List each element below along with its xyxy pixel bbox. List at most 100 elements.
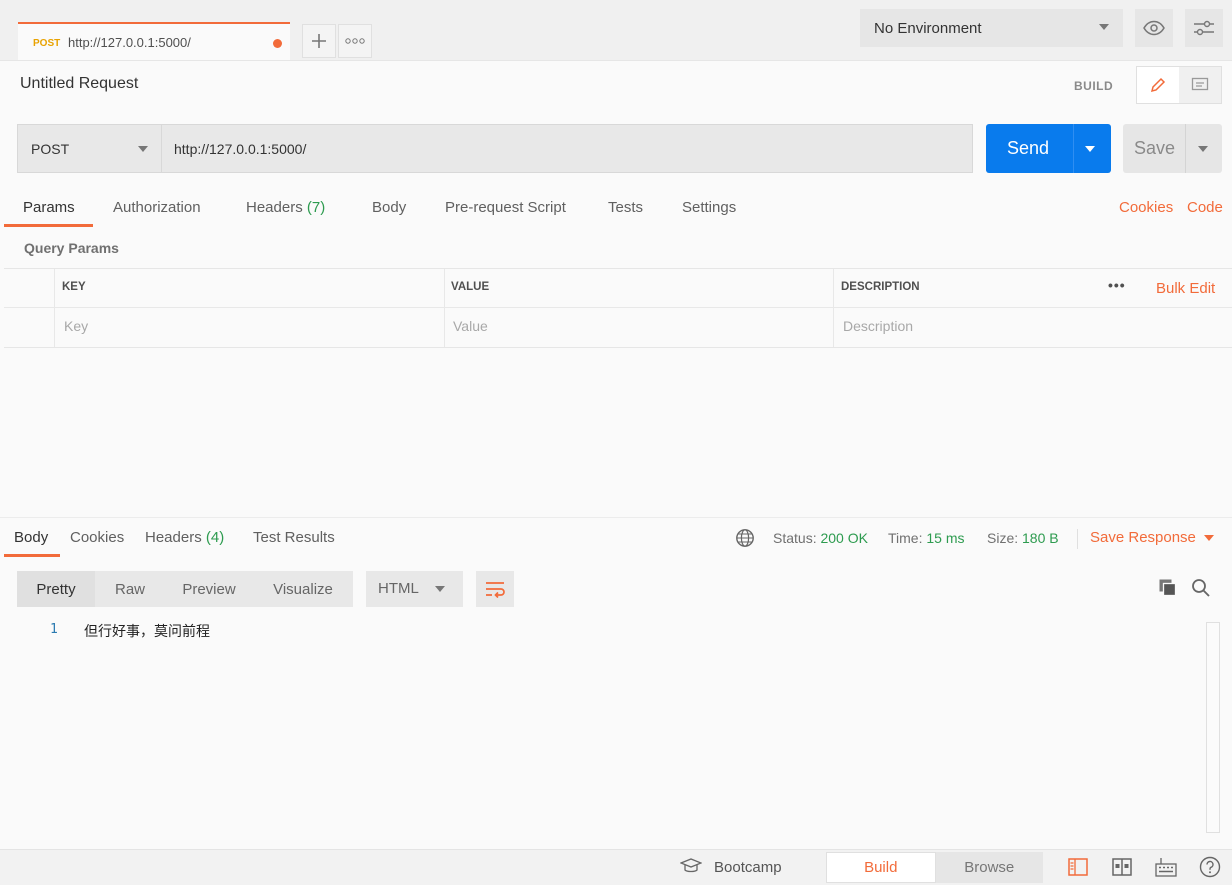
save-divider — [1185, 124, 1186, 173]
search-button[interactable] — [1191, 578, 1211, 603]
search-icon — [1192, 579, 1210, 597]
chevron-down-icon — [138, 146, 148, 152]
format-pretty-button[interactable]: Pretty — [17, 571, 95, 607]
request-tab[interactable]: POST http://127.0.0.1:5000/ — [18, 22, 290, 60]
comments-button[interactable] — [1179, 67, 1221, 103]
chevron-down-icon — [435, 586, 445, 592]
tab-authorization[interactable]: Authorization — [113, 199, 201, 216]
response-tab-test-results[interactable]: Test Results — [253, 529, 335, 546]
help-icon — [1199, 856, 1221, 878]
save-button-label: Save — [1134, 138, 1176, 158]
eye-icon — [1143, 20, 1165, 36]
language-select[interactable]: HTML — [366, 571, 463, 607]
tab-options-button[interactable] — [338, 24, 372, 58]
plus-icon — [312, 34, 326, 48]
response-format-group: Pretty Raw Preview Visualize — [17, 571, 353, 607]
size-display[interactable]: Size: 180 B — [987, 530, 1059, 546]
status-label: Status: — [773, 530, 817, 546]
bootcamp-button[interactable]: Bootcamp — [714, 859, 782, 876]
wrap-lines-button[interactable] — [476, 571, 514, 607]
format-raw-button[interactable]: Raw — [95, 571, 165, 607]
manage-environments-button[interactable] — [1185, 9, 1223, 47]
save-button[interactable]: Save — [1123, 124, 1222, 173]
cookies-link[interactable]: Cookies — [1119, 199, 1173, 216]
line-number: 1 — [50, 622, 58, 637]
description-input[interactable]: Description — [843, 318, 913, 334]
response-tab-headers-label: Headers — [145, 529, 202, 546]
response-tab-cookies[interactable]: Cookies — [70, 529, 124, 546]
active-tab-indicator — [4, 554, 60, 557]
new-tab-button[interactable] — [302, 24, 336, 58]
chevron-down-icon — [1203, 535, 1214, 542]
time-display[interactable]: Time: 15 ms — [888, 530, 965, 546]
tab-body[interactable]: Body — [372, 199, 406, 216]
tab-headers-label: Headers — [246, 199, 303, 216]
query-params-table: KEY VALUE DESCRIPTION ••• Bulk Edit Key … — [4, 268, 1232, 348]
build-browse-toggle: Build Browse — [826, 852, 1043, 883]
mode-toggle — [1136, 66, 1222, 104]
column-divider — [833, 269, 834, 347]
column-header-description: DESCRIPTION — [841, 281, 920, 293]
response-scrollbar[interactable] — [1206, 622, 1220, 833]
headers-count: (7) — [306, 199, 326, 216]
status-value: 200 OK — [820, 530, 868, 546]
method-select[interactable]: POST — [17, 124, 162, 173]
size-label: Size: — [987, 530, 1019, 546]
format-visualize-button[interactable]: Visualize — [253, 571, 353, 607]
chevron-down-icon[interactable] — [1085, 146, 1095, 152]
active-tab-indicator — [4, 224, 93, 227]
send-button-label: Send — [1007, 138, 1050, 158]
keyboard-shortcuts-button[interactable] — [1155, 856, 1177, 878]
send-divider — [1073, 124, 1074, 173]
keyboard-icon — [1155, 858, 1177, 877]
toggle-sidebar-button[interactable] — [1067, 856, 1089, 878]
bulk-edit-link[interactable]: Bulk Edit — [1156, 280, 1215, 297]
sliders-icon — [1194, 20, 1214, 36]
unsaved-dot-icon — [273, 39, 282, 48]
time-value: 15 ms — [926, 530, 965, 546]
build-mode-button[interactable]: Build — [826, 852, 936, 883]
tab-tests[interactable]: Tests — [608, 199, 643, 216]
response-body-line: 但行好事，莫问前程 — [84, 624, 210, 640]
column-header-key: KEY — [62, 281, 86, 293]
save-response-label: Save Response — [1090, 529, 1196, 546]
response-tab-body[interactable]: Body — [14, 529, 48, 546]
pencil-icon — [1150, 77, 1166, 93]
tab-pre-request-script[interactable]: Pre-request Script — [445, 199, 566, 216]
copy-icon — [1159, 579, 1177, 597]
copy-button[interactable] — [1158, 578, 1178, 603]
time-label: Time: — [888, 530, 923, 546]
more-options-button[interactable]: ••• — [1108, 277, 1126, 293]
column-divider — [444, 269, 445, 347]
status-display[interactable]: Status: 200 OK — [773, 530, 868, 546]
sidebar-icon — [1068, 858, 1088, 876]
two-pane-view-button[interactable] — [1111, 856, 1133, 878]
response-divider[interactable] — [0, 517, 1232, 518]
tab-params[interactable]: Params — [23, 199, 75, 216]
help-button[interactable] — [1199, 856, 1221, 878]
save-response-button[interactable]: Save Response — [1090, 529, 1214, 546]
code-link[interactable]: Code — [1187, 199, 1223, 216]
response-headers-count: (4) — [205, 529, 225, 546]
chevron-down-icon — [1099, 24, 1109, 30]
response-tab-headers[interactable]: Headers (4) — [145, 529, 224, 546]
meta-divider — [1077, 529, 1078, 549]
key-input[interactable]: Key — [64, 318, 88, 334]
url-input[interactable]: http://127.0.0.1:5000/ — [162, 124, 973, 173]
column-divider — [54, 269, 55, 347]
value-input[interactable]: Value — [453, 318, 488, 334]
environment-select[interactable]: No Environment — [860, 9, 1123, 47]
browse-mode-button[interactable]: Browse — [936, 852, 1044, 883]
environment-quick-look-button[interactable] — [1135, 9, 1173, 47]
edit-button[interactable] — [1137, 67, 1179, 103]
request-title[interactable]: Untitled Request — [20, 75, 138, 93]
wrap-icon — [486, 582, 505, 598]
network-info-button[interactable] — [735, 528, 755, 553]
tab-settings[interactable]: Settings — [682, 199, 736, 216]
format-preview-button[interactable]: Preview — [165, 571, 253, 607]
two-pane-icon — [1112, 858, 1132, 876]
tab-headers[interactable]: Headers (7) — [246, 199, 325, 216]
send-button[interactable]: Send — [986, 124, 1111, 173]
chevron-down-icon[interactable] — [1198, 146, 1208, 152]
method-select-value: POST — [31, 140, 70, 157]
